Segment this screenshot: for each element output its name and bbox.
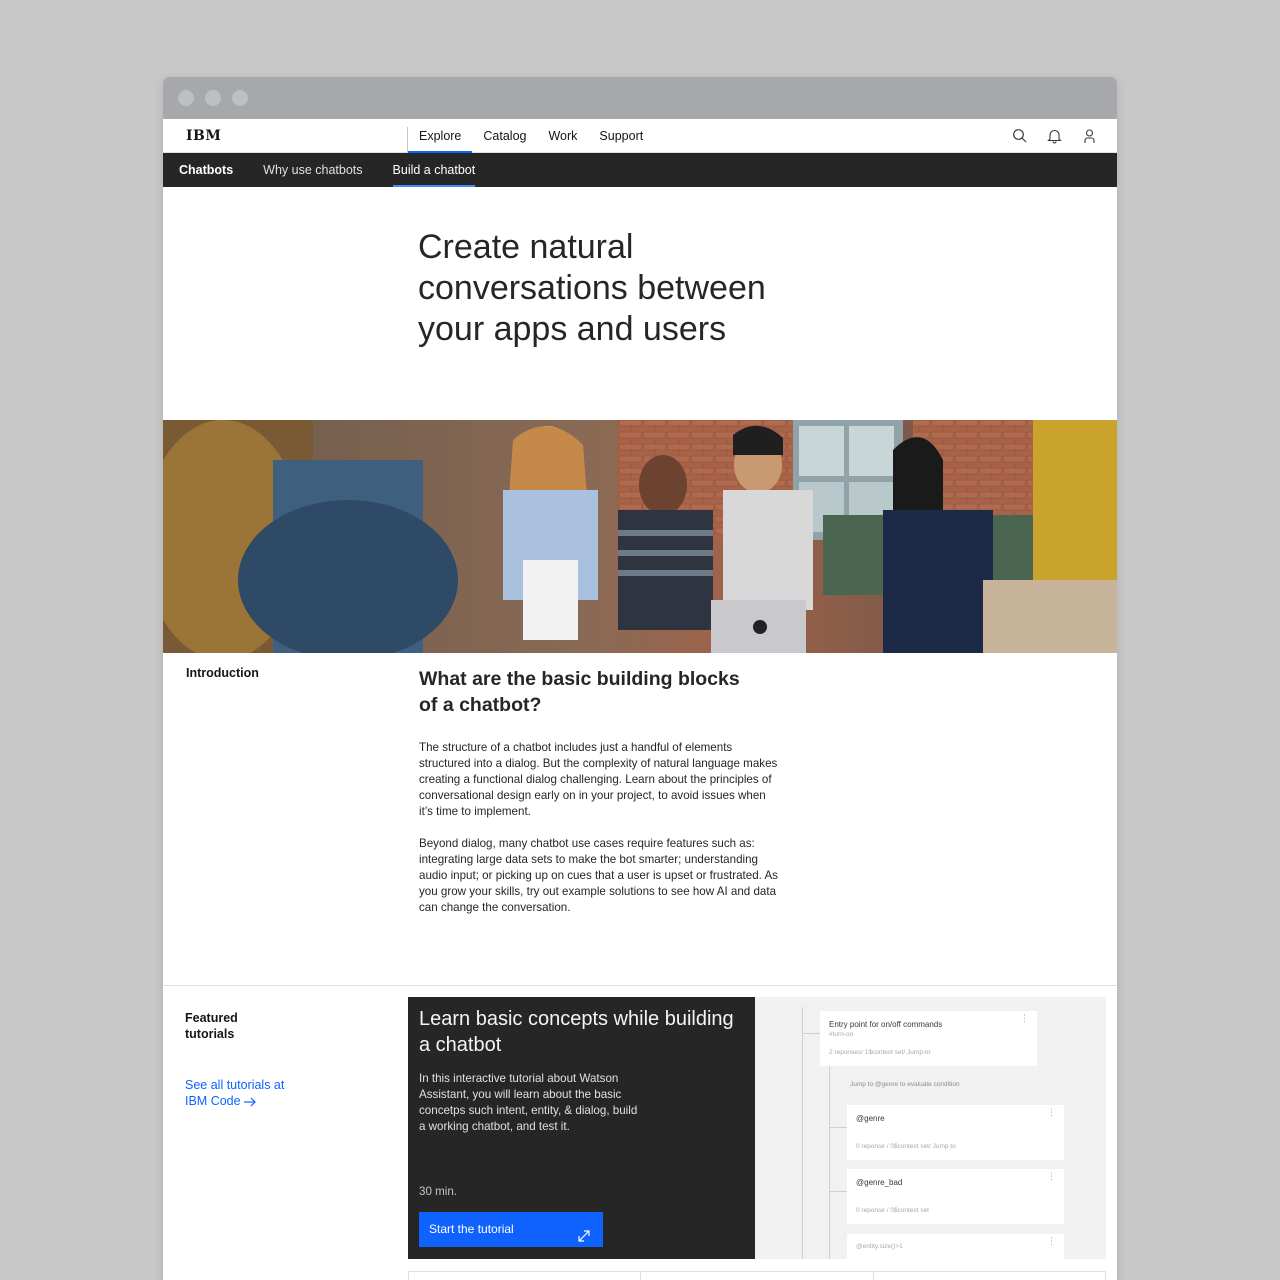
overflow-menu-icon[interactable]: ⋮ (1020, 1014, 1029, 1023)
main-nav: Explore Catalog Work Support (407, 127, 654, 153)
sub-navigation: Chatbots Why use chatbots Build a chatbo… (163, 153, 1117, 187)
dialog-node-title: @genre_bad (856, 1178, 903, 1187)
section-label-introduction: Introduction (186, 666, 259, 680)
nav-item-work[interactable]: Work (537, 127, 588, 153)
dialog-node[interactable]: @genre_bad 0 reponse / 0$context set ⋮ (847, 1169, 1064, 1224)
tree-connector (802, 1033, 820, 1034)
see-all-tutorials-link[interactable]: See all tutorials at IBM Code (185, 1077, 295, 1109)
overflow-menu-icon[interactable]: ⋮ (1047, 1108, 1056, 1117)
tree-connector (829, 1127, 847, 1128)
arrow-right-icon (244, 1097, 256, 1107)
subnav-brand[interactable]: Chatbots (179, 163, 233, 177)
search-icon[interactable] (1012, 128, 1027, 144)
tutorial-card[interactable]: Learn basic concepts while building a ch… (408, 997, 755, 1259)
dialog-node-title: Entry point for on/off commands (829, 1020, 943, 1029)
browser-window: IBM Explore Catalog Work Support Chatbot… (163, 77, 1117, 1280)
window-control-close[interactable] (178, 90, 194, 106)
ibm-logo[interactable]: IBM (186, 128, 221, 144)
window-titlebar (163, 77, 1117, 119)
intro-heading: What are the basic building blocks of a … (419, 668, 740, 716)
nav-item-explore[interactable]: Explore (408, 127, 473, 153)
overflow-menu-icon[interactable]: ⋮ (1047, 1237, 1056, 1246)
dialog-node-summary: 0 reponse / 0$context set (856, 1207, 929, 1214)
tutorial-card-placeholder[interactable] (874, 1272, 1105, 1280)
tutorial-card-placeholder[interactable] (409, 1272, 642, 1280)
dialog-node-tag: #turn-on (829, 1031, 854, 1038)
section-divider (163, 985, 1117, 986)
subnav-item-why-use-chatbots[interactable]: Why use chatbots (263, 153, 362, 187)
dialog-node[interactable]: @entity.size()>1 ⋮ (847, 1234, 1064, 1259)
intro-paragraph-1: The structure of a chatbot includes just… (419, 741, 778, 818)
tutorial-card-description: In this interactive tutorial about Watso… (419, 1072, 638, 1133)
see-all-tutorials-text[interactable]: See all tutorials at IBM Code (185, 1078, 284, 1108)
window-control-maximize[interactable] (232, 90, 248, 106)
notification-icon[interactable] (1047, 128, 1062, 144)
user-icon[interactable] (1082, 128, 1097, 144)
tree-connector (802, 1007, 803, 1259)
dialog-tree-preview: Entry point for on/off commands #turn-on… (755, 997, 1106, 1259)
section-label-featured-tutorials: Featured tutorials (185, 1011, 238, 1041)
page-title: Create natural conversations between you… (418, 228, 766, 348)
dialog-node-title: @entity.size()>1 (856, 1243, 903, 1250)
nav-item-support[interactable]: Support (588, 127, 654, 153)
masthead-icons (1012, 128, 1097, 144)
subnav-item-build-a-chatbot[interactable]: Build a chatbot (392, 153, 475, 187)
tutorial-card-duration: 30 min. (419, 1185, 458, 1198)
overflow-menu-icon[interactable]: ⋮ (1047, 1172, 1056, 1181)
dialog-node-summary: 0 reponse / 0$context set/ Jump to (856, 1143, 956, 1150)
dialog-node-title: @genre (856, 1114, 885, 1123)
tree-connector (829, 1066, 830, 1259)
window-control-minimize[interactable] (205, 90, 221, 106)
branch-label: Jump to @genre to evaluate condition (850, 1081, 960, 1088)
dialog-node-summary: 2 reponses/ 1$context set/ Jump-to (829, 1049, 931, 1056)
tutorial-card-placeholder[interactable] (641, 1272, 874, 1280)
tutorial-card-title: Learn basic concepts while building a ch… (419, 1008, 734, 1056)
nav-item-catalog[interactable]: Catalog (472, 127, 537, 153)
dialog-node[interactable]: Entry point for on/off commands #turn-on… (820, 1011, 1037, 1066)
tree-connector (829, 1191, 847, 1192)
more-tutorial-cards (408, 1271, 1106, 1280)
intro-paragraph-2: Beyond dialog, many chatbot use cases re… (419, 837, 778, 914)
start-tutorial-label: Start the tutorial (429, 1222, 514, 1236)
start-tutorial-button[interactable]: Start the tutorial (419, 1212, 603, 1247)
masthead: IBM Explore Catalog Work Support (163, 119, 1117, 153)
expand-icon (577, 1222, 591, 1242)
dialog-node[interactable]: @genre 0 reponse / 0$context set/ Jump t… (847, 1105, 1064, 1160)
hero-photo (163, 420, 1117, 653)
